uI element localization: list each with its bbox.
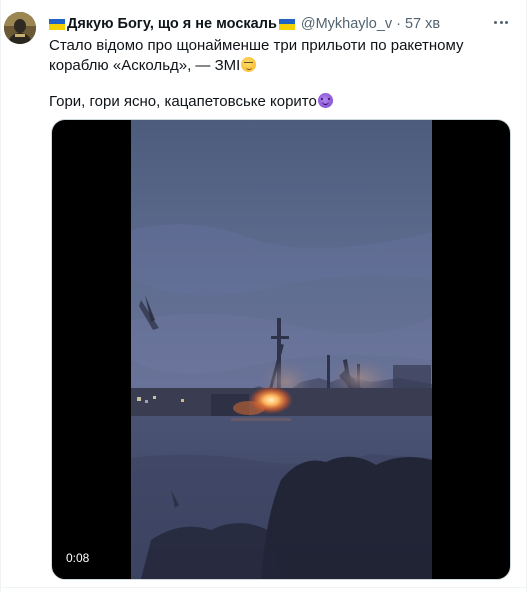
tweet-header: Дякую Богу, що я не москаль @Mykhaylo_v … [49,14,507,34]
video-frame[interactable] [131,120,432,579]
video-thumbnail [131,120,432,579]
tweet-card[interactable]: Дякую Богу, що я не москаль @Mykhaylo_v … [0,0,527,588]
video-duration: 0:08 [62,550,94,567]
separator-dot: · [396,16,401,32]
author-display-name[interactable]: Дякую Богу, що я не москаль [67,14,277,34]
tweet-text-line-1: Стало відомо про щонайменше три прильоти… [49,37,464,74]
avatar[interactable] [4,12,36,44]
avatar-image [4,12,36,44]
ukraine-flag-icon [278,18,295,30]
smirking-face-icon [241,56,257,72]
more-dots-icon[interactable] [489,10,513,34]
tweet-text: Стало відомо про щонайменше три прильоти… [49,36,509,112]
tweet-text-line-2: Гори, гори ясно, кацапетовське корито [49,92,509,112]
video-player[interactable]: 0:08 [51,119,511,580]
author-handle[interactable]: @Mykhaylo_v [301,14,392,34]
tweet-timestamp[interactable]: 57 хв [405,14,440,34]
ukraine-flag-icon [49,18,65,30]
smiling-devil-icon [317,93,333,108]
